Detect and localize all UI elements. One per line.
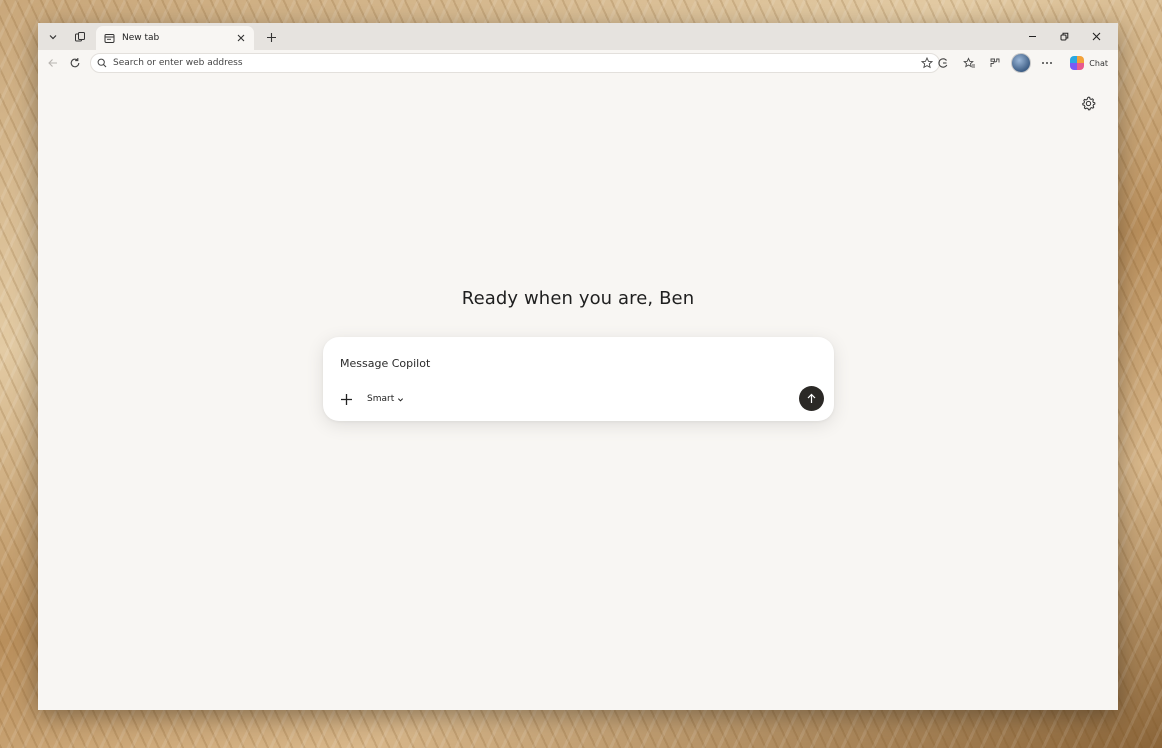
tab-actions-chevron-icon: [49, 35, 57, 40]
extensions-icon: [990, 58, 1000, 67]
send-button[interactable]: [799, 386, 824, 411]
more-icon: [1042, 62, 1053, 64]
copilot-composer: Smart: [323, 337, 834, 421]
close-icon: [1092, 32, 1100, 40]
minimize-button[interactable]: [1016, 25, 1048, 47]
close-window-button[interactable]: [1080, 25, 1112, 47]
mode-dropdown[interactable]: Smart: [367, 391, 404, 407]
back-arrow-icon: [48, 58, 57, 67]
copilot-circle-button[interactable]: [930, 52, 956, 74]
settings-gear-icon: [1081, 96, 1095, 110]
send-arrow-icon: [807, 393, 816, 403]
message-input[interactable]: [338, 353, 782, 373]
copilot-circle-icon: [938, 58, 948, 68]
browser-window: New tab Search or enter web address Chat…: [38, 23, 1118, 710]
new-tab-page: Ready when you are, Ben Smart: [38, 75, 1118, 710]
back-button[interactable]: [42, 52, 64, 74]
new-tab-button[interactable]: [260, 26, 282, 48]
tab-strip: New tab: [38, 23, 1118, 50]
extensions-button[interactable]: [982, 52, 1008, 74]
more-button[interactable]: [1034, 52, 1060, 74]
address-bar[interactable]: [90, 53, 940, 73]
page-greeting: Ready when you are, Ben: [461, 288, 695, 309]
minimize-icon: [1028, 35, 1036, 37]
chat-button[interactable]: Chat: [1064, 53, 1114, 73]
workspaces-icon: [75, 32, 85, 42]
workspaces-button[interactable]: [69, 26, 91, 48]
favorites-button[interactable]: [956, 52, 982, 74]
chat-button-label: Chat: [1089, 58, 1108, 68]
browser-toolbar: Chat: [38, 50, 1118, 75]
chevron-down-icon: [398, 397, 404, 401]
tab-close-button[interactable]: [234, 32, 248, 45]
plus-icon: [266, 32, 276, 42]
refresh-icon: [70, 57, 80, 67]
refresh-button[interactable]: [64, 52, 86, 74]
mode-label: Smart: [367, 394, 395, 404]
profile-button[interactable]: [1008, 52, 1034, 74]
tab-page-icon: [102, 31, 116, 45]
avatar: [1011, 53, 1032, 73]
tab-actions-button[interactable]: [42, 26, 64, 48]
restore-icon: [1060, 32, 1068, 40]
address-input[interactable]: [111, 57, 921, 69]
favorites-icon: [962, 57, 975, 68]
search-icon: [97, 58, 107, 68]
toolbar-actions: Chat: [930, 52, 1114, 74]
plus-icon: [340, 393, 352, 405]
add-attachment-button[interactable]: [336, 389, 356, 409]
close-icon: [237, 34, 245, 41]
tab-title: New tab: [122, 33, 160, 43]
settings-button[interactable]: [1078, 93, 1098, 113]
tab-new-tab[interactable]: New tab: [96, 26, 254, 50]
copilot-logo-icon: [1070, 56, 1085, 70]
restore-button[interactable]: [1048, 25, 1080, 47]
window-controls: [1016, 25, 1112, 47]
